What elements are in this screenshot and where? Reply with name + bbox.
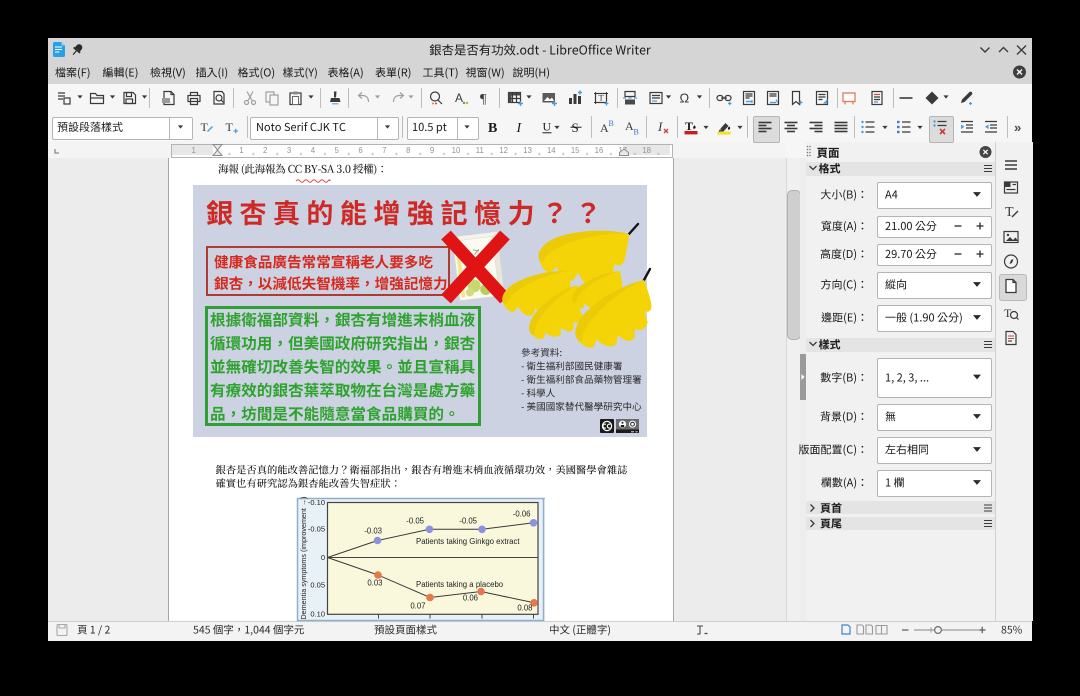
svg-text:11: 11 [476,146,484,155]
svg-text:-0.06: -0.06 [513,510,531,519]
svg-text:1: 1 [239,146,243,155]
svg-text:3: 3 [287,146,291,155]
svg-text:0.05: 0.05 [310,581,325,590]
svg-text:»: » [1014,120,1021,135]
svg-text:0.07: 0.07 [410,602,425,611]
svg-text:13: 13 [523,146,532,155]
svg-text:-0.03: -0.03 [364,527,382,536]
svg-text:9: 9 [430,146,434,155]
svg-text:2: 2 [263,146,267,155]
svg-text:0.06: 0.06 [463,594,478,603]
svg-text:7: 7 [382,146,386,155]
svg-text:10: 10 [452,146,461,155]
svg-text:Dementia symptoms (improvement: Dementia symptoms (improvement →) [299,496,308,619]
svg-text:15: 15 [571,146,580,155]
svg-text:5: 5 [335,146,340,155]
svg-text:0.03: 0.03 [367,579,382,588]
svg-text:0.10: 0.10 [310,609,325,618]
svg-text:Patients taking a placebo: Patients taking a placebo [416,580,504,589]
svg-text:-0.05: -0.05 [459,517,477,526]
svg-text:Patients taking Ginkgo extract: Patients taking Ginkgo extract [416,537,520,546]
svg-text:-0.10: -0.10 [308,498,325,507]
svg-text:18: 18 [642,146,651,155]
svg-text:8: 8 [406,146,410,155]
svg-text:14: 14 [547,146,556,155]
svg-text:-0.05: -0.05 [406,517,424,526]
svg-text:16: 16 [595,146,604,155]
svg-text:4: 4 [311,146,316,155]
svg-text:0: 0 [321,553,325,562]
svg-text:6: 6 [358,146,362,155]
svg-text:1: 1 [192,146,196,155]
svg-text:0.08: 0.08 [517,604,532,613]
svg-text:12: 12 [499,146,508,155]
svg-text:-0.05: -0.05 [308,524,325,533]
